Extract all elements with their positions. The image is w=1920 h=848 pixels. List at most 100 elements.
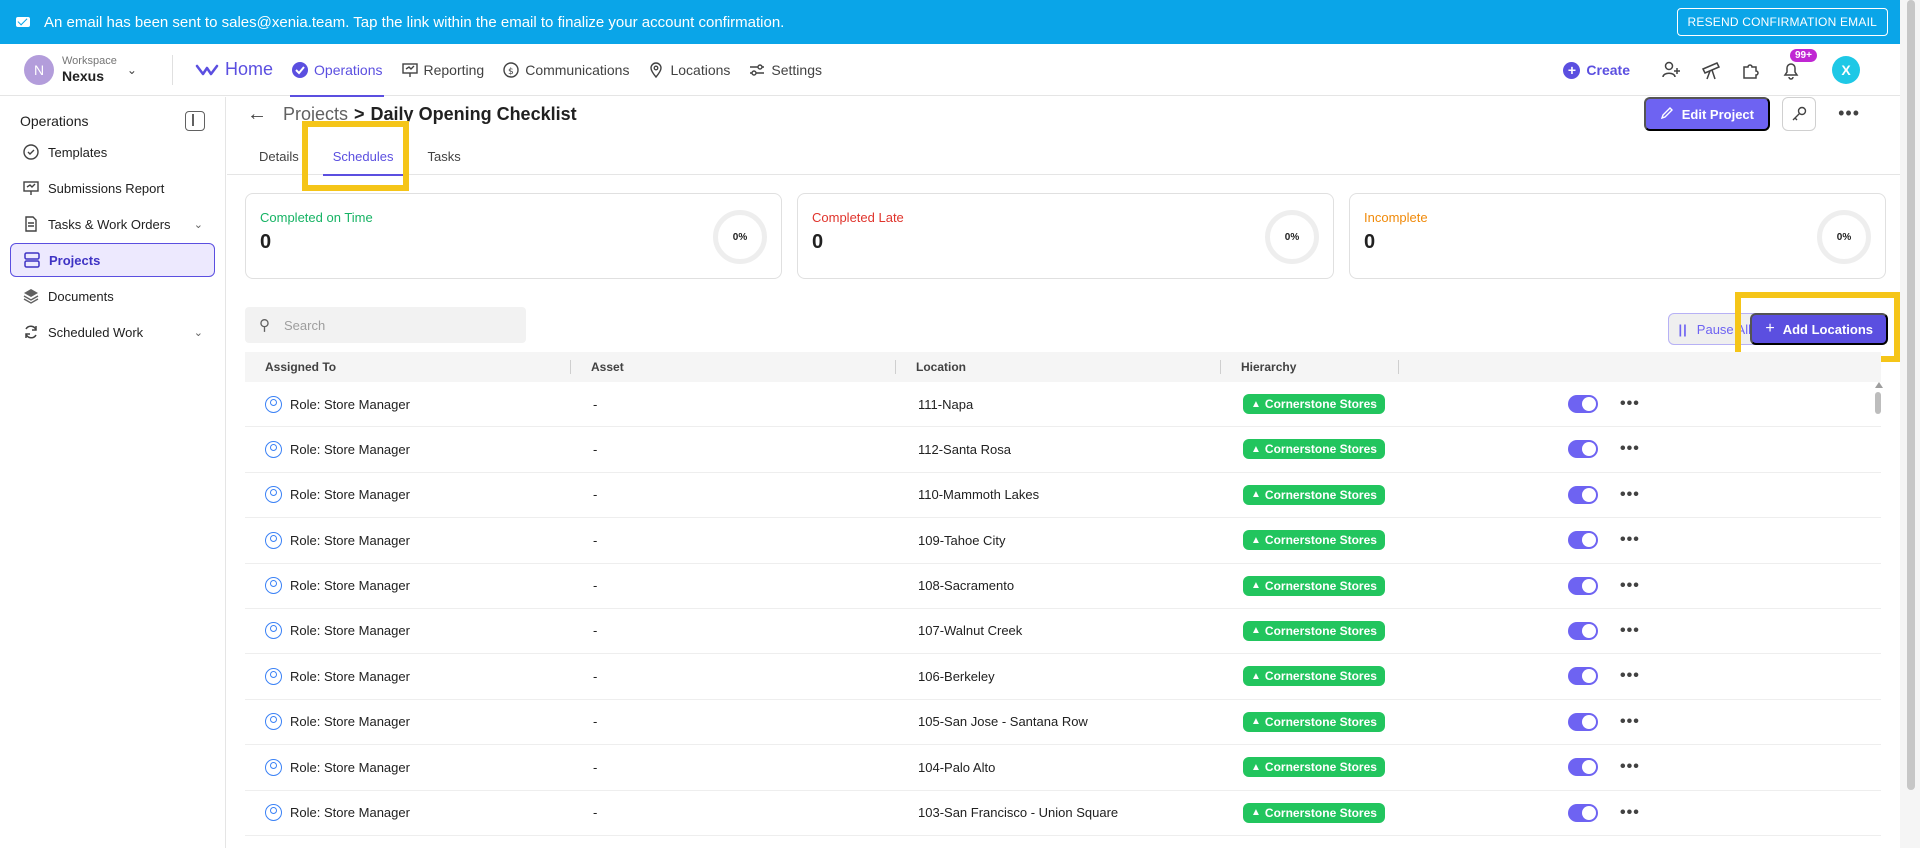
row-more-options-icon[interactable]: ••• [1620,745,1640,789]
location-cell: 112-Santa Rosa [918,441,1011,457]
resend-confirmation-button[interactable]: RESEND CONFIRMATION EMAIL [1676,8,1888,36]
user-circle-icon [265,667,282,685]
more-options-icon[interactable]: ••• [1838,103,1860,124]
tabs: Details Schedules Tasks [227,137,1900,176]
table-row[interactable]: Role: Store Manager - 105-San Jose - Santa… [245,700,1881,746]
page-scrollbar[interactable] [1900,0,1920,848]
search-input[interactable]: ⚲ Search [245,307,526,343]
table-scroll-thumb[interactable] [1875,392,1881,414]
edit-project-button[interactable]: Edit Project [1643,97,1770,131]
collapse-sidebar-icon[interactable] [185,111,205,131]
add-user-icon[interactable] [1658,57,1684,83]
column-location[interactable]: Location [916,352,966,382]
column-asset[interactable]: Asset [591,352,624,382]
table-row[interactable]: Role: Store Manager - 103-San Francisco - … [245,791,1881,836]
column-assigned-to[interactable]: Assigned To [265,352,336,382]
row-more-options-icon[interactable]: ••• [1620,654,1640,698]
puzzle-icon[interactable] [1738,57,1764,83]
stat-card-incomplete: Incomplete 0 0% [1349,193,1886,279]
schedule-toggle[interactable] [1568,758,1598,777]
nav-operations[interactable]: Operations [282,44,391,97]
row-more-options-icon[interactable]: ••• [1620,427,1640,471]
table-row[interactable]: Role: Store Manager - 107-Walnut Creek ▲ Cor… [245,609,1881,655]
nav-communications[interactable]: $ Communications [493,44,638,96]
plus-circle-icon: + [1563,61,1581,79]
user-circle-icon [265,395,282,413]
user-circle-icon [265,713,282,731]
schedule-toggle[interactable] [1568,803,1598,822]
table-row[interactable]: Role: Store Manager - 106-Berkeley ▲ Corners… [245,654,1881,700]
row-more-options-icon[interactable]: ••• [1620,564,1640,608]
schedule-toggle[interactable] [1568,667,1598,686]
back-arrow-icon[interactable]: ← [247,103,267,126]
telescope-icon[interactable] [1698,57,1724,83]
schedule-toggle[interactable] [1568,531,1598,550]
schedule-toggle[interactable] [1568,395,1598,413]
sidebar-item-documents[interactable]: Documents [10,279,215,313]
table-scrollbar[interactable] [1875,382,1883,414]
hierarchy-icon: ▲ [1251,670,1261,682]
sidebar-item-projects[interactable]: Projects [10,243,215,277]
table-row[interactable]: Role: Store Manager - 104-Palo Alto ▲ Corner… [245,745,1881,791]
table-row[interactable]: Role: Store Manager - 112-Santa Rosa ▲ Corne… [245,427,1881,473]
svg-text:$: $ [508,67,514,77]
breadcrumb: ← Projects > Daily Opening Checklist [247,103,577,126]
column-divider [1220,360,1221,374]
table-row[interactable]: Role: Store Manager - 109-Tahoe City ▲ Corne… [245,518,1881,564]
asset-cell: - [593,623,598,639]
hierarchy-icon: ▲ [1251,443,1261,455]
scroll-up-arrow-icon[interactable] [1875,382,1883,388]
location-cell: 109-Tahoe City [918,532,1006,548]
schedule-toggle[interactable] [1568,485,1598,504]
location-cell: 104-Palo Alto [918,759,996,775]
row-more-options-icon[interactable]: ••• [1620,609,1640,653]
bell-icon[interactable]: 99+ [1778,49,1817,83]
toggle-cell [1568,473,1598,517]
stat-percent-ring: 0% [713,210,767,264]
schedule-toggle[interactable] [1568,576,1598,595]
mail-icon [16,17,30,27]
nav-settings[interactable]: Settings [739,44,831,96]
sidebar-item-submissions-report[interactable]: Submissions Report [10,171,215,205]
row-more-options-icon[interactable]: ••• [1620,382,1640,426]
page-scroll-thumb[interactable] [1907,0,1915,790]
nav-locations[interactable]: Locations [638,44,739,96]
location-cell: 103-San Francisco - Union Square [918,805,1119,821]
toggle-cell [1568,609,1598,653]
schedule-toggle[interactable] [1568,621,1598,640]
stat-card-on-time: Completed on Time 0 0% [245,193,782,279]
table-row[interactable]: Role: Store Manager - 108-Sacramento ▲ Corne… [245,564,1881,609]
row-more-options-icon[interactable]: ••• [1620,700,1640,744]
hierarchy-text: Cornerstone Stores [1264,623,1377,638]
create-button[interactable]: + Create [1563,61,1630,79]
hierarchy-cell: ▲ Cornerstone Stores [1243,473,1385,517]
hierarchy-chip: ▲ Cornerstone Stores [1243,394,1385,414]
workspace-name: Nexus [62,68,105,84]
layers-icon [22,287,40,305]
table-row[interactable]: Role: Store Manager - 110-Mammoth Lakes ▲ Co… [245,473,1881,519]
schedule-toggle[interactable] [1568,440,1598,459]
tab-tasks[interactable]: Tasks [417,137,470,175]
user-avatar[interactable]: X [1832,56,1860,84]
create-label: Create [1586,62,1630,78]
workspace-switcher[interactable]: N Workspace Nexus ⌄ [0,54,160,85]
schedule-toggle[interactable] [1568,712,1598,731]
workspace-avatar: N [24,54,54,85]
row-more-options-icon[interactable]: ••• [1620,791,1640,835]
sidebar-item-scheduled-work[interactable]: Scheduled Work ⌄ [10,315,215,349]
assigned-text: Role: Store Manager [290,396,410,412]
hierarchy-chip: ▲ Cornerstone Stores [1243,530,1385,551]
key-icon[interactable] [1782,97,1816,131]
hierarchy-text: Cornerstone Stores [1264,442,1377,457]
tab-details[interactable]: Details [249,137,309,175]
table-row[interactable]: Role: Store Manager - 111-Napa ▲ Cornerstone… [245,382,1881,428]
row-more-options-icon[interactable]: ••• [1620,518,1640,562]
nav-reporting-label: Reporting [423,61,485,78]
row-more-options-icon[interactable]: ••• [1620,473,1640,517]
stat-title: Completed on Time [260,210,373,225]
nav-home[interactable]: Home [185,44,282,96]
nav-reporting[interactable]: Reporting [392,44,494,96]
column-hierarchy[interactable]: Hierarchy [1241,352,1296,382]
sidebar-item-templates[interactable]: Templates [10,135,215,169]
sidebar-item-tasks-work-orders[interactable]: Tasks & Work Orders ⌄ [10,207,215,241]
